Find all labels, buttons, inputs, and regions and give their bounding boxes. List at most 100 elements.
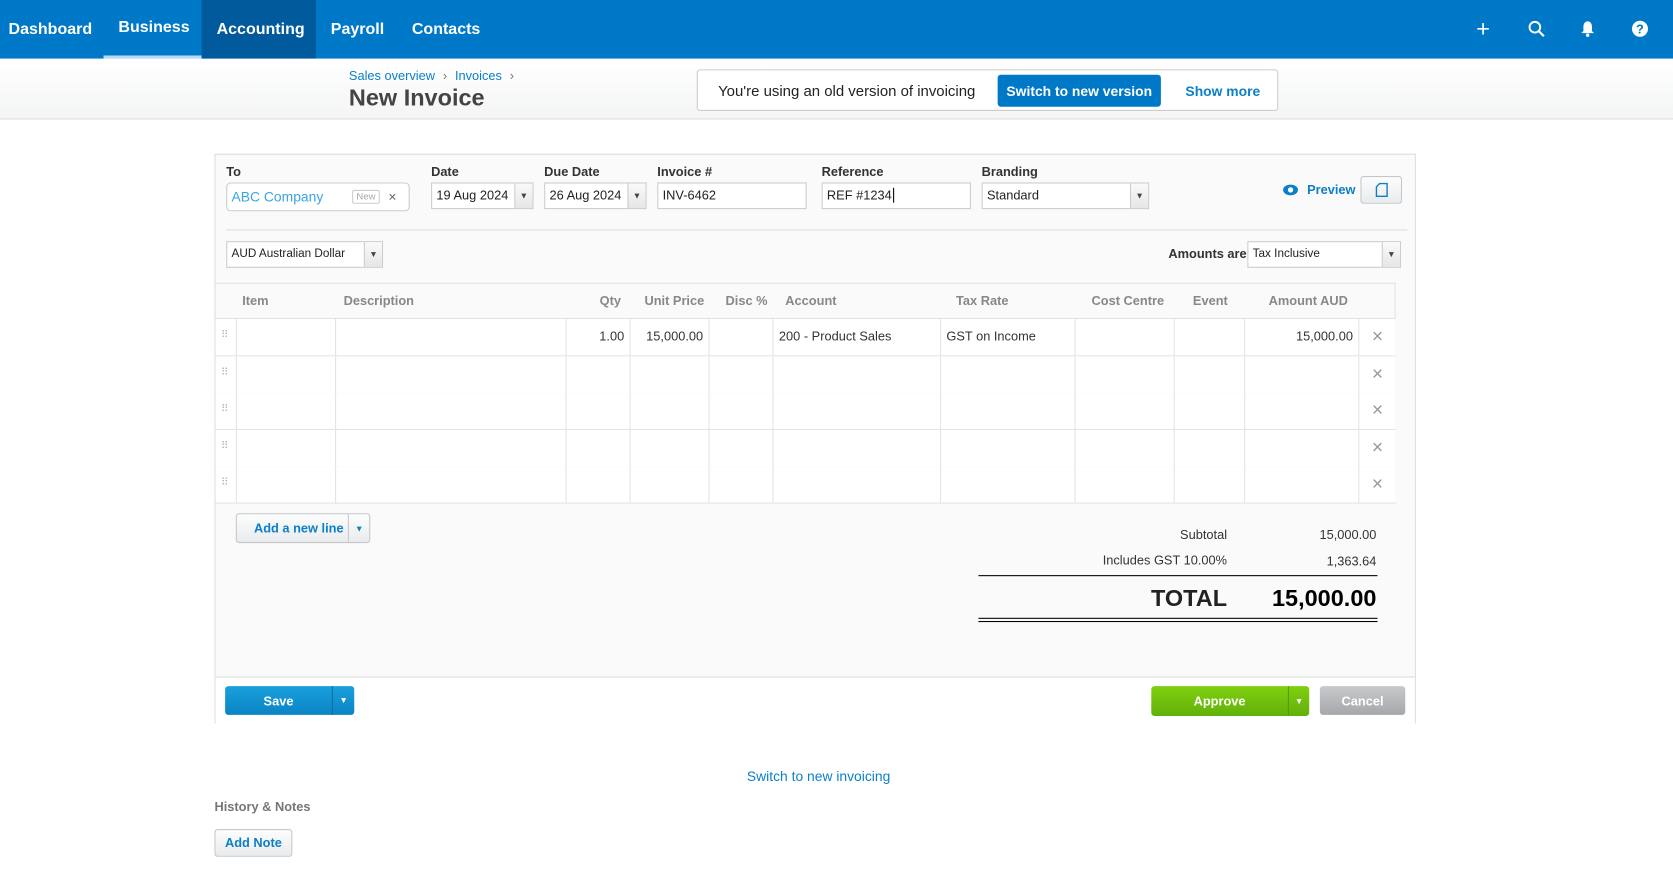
cell-disc[interactable] — [710, 319, 774, 356]
cell-qty[interactable] — [567, 355, 631, 393]
chevron-down-icon[interactable]: ▼ — [331, 686, 354, 715]
tab-contacts[interactable]: Contacts — [397, 0, 495, 59]
page-title: New Invoice — [348, 84, 485, 111]
chevron-down-icon[interactable]: ▼ — [1381, 242, 1400, 267]
chevron-down-icon[interactable]: ▼ — [363, 242, 382, 267]
plus-icon[interactable]: + — [1472, 15, 1493, 42]
clear-contact-icon[interactable]: × — [388, 184, 396, 211]
tab-dashboard[interactable]: Dashboard — [0, 0, 107, 59]
switch-to-new-invoicing-link[interactable]: Switch to new invoicing — [747, 768, 890, 784]
chevron-down-icon[interactable]: ▼ — [514, 183, 533, 209]
breadcrumb-sales-overview[interactable]: Sales overview — [349, 68, 435, 83]
copy-document-button[interactable] — [1360, 176, 1403, 204]
cell-amount[interactable] — [1245, 429, 1360, 467]
drag-handle-icon[interactable]: ⠿ — [216, 355, 237, 393]
drag-handle-icon[interactable]: ⠿ — [216, 319, 237, 356]
delete-row-icon[interactable]: × — [1359, 356, 1395, 392]
cell-event[interactable] — [1175, 355, 1246, 393]
cell-item[interactable] — [237, 429, 337, 467]
cell-cost-centre[interactable] — [1076, 355, 1175, 393]
cancel-button[interactable]: Cancel — [1319, 686, 1406, 715]
cell-item[interactable] — [237, 355, 337, 393]
drag-handle-icon[interactable]: ⠿ — [216, 466, 237, 503]
cell-disc[interactable] — [710, 392, 774, 430]
tab-payroll[interactable]: Payroll — [316, 0, 399, 59]
currency-select[interactable]: AUD Australian Dollar ▼ — [226, 241, 384, 268]
cell-amount[interactable] — [1245, 355, 1360, 393]
invoice-number-input[interactable]: INV-6462 — [657, 182, 807, 210]
cell-account[interactable] — [774, 392, 942, 430]
cell-cost-centre[interactable] — [1076, 392, 1175, 430]
chevron-down-icon[interactable]: ▼ — [1287, 686, 1309, 716]
cell-amount[interactable] — [1245, 392, 1360, 430]
cell-qty[interactable]: 1.00 — [567, 319, 631, 356]
cell-account[interactable] — [774, 466, 942, 503]
tab-accounting[interactable]: Accounting — [201, 0, 316, 59]
chevron-down-icon[interactable]: ▼ — [627, 183, 646, 209]
cell-cost-centre[interactable] — [1076, 429, 1175, 467]
help-icon[interactable]: ? — [1629, 18, 1650, 39]
amounts-are-select[interactable]: Tax Inclusive ▼ — [1247, 241, 1401, 268]
cell-cost-centre[interactable] — [1076, 466, 1175, 503]
cell-event[interactable] — [1175, 429, 1246, 467]
tab-business[interactable]: Business — [103, 0, 202, 59]
cell-event[interactable] — [1175, 392, 1246, 430]
col-account: Account — [785, 293, 837, 309]
breadcrumb-invoices[interactable]: Invoices — [455, 68, 502, 83]
cell-tax-rate[interactable] — [941, 392, 1076, 430]
search-icon[interactable] — [1526, 18, 1547, 39]
switch-to-new-version-button[interactable]: Switch to new version — [997, 74, 1161, 107]
cell-event[interactable] — [1175, 319, 1246, 356]
cell-qty[interactable] — [567, 392, 631, 430]
delete-row-icon[interactable]: × — [1359, 467, 1395, 503]
cell-account[interactable] — [774, 429, 942, 467]
cell-account[interactable]: 200 - Product Sales — [774, 319, 942, 356]
drag-handle-icon[interactable]: ⠿ — [216, 392, 237, 430]
delete-row-icon[interactable]: × — [1359, 319, 1395, 355]
drag-handle-icon[interactable]: ⠿ — [216, 429, 237, 467]
reference-input[interactable]: REF #1234 — [821, 182, 971, 210]
save-button[interactable]: Save ▼ — [225, 686, 355, 715]
show-more-link[interactable]: Show more — [1185, 83, 1260, 99]
cell-tax-rate[interactable]: GST on Income — [941, 319, 1076, 356]
cell-item[interactable] — [237, 466, 337, 503]
cell-amount[interactable] — [1245, 466, 1360, 503]
cell-account[interactable] — [774, 355, 942, 393]
cell-disc[interactable] — [710, 355, 774, 393]
cell-description[interactable] — [336, 392, 567, 430]
preview-link[interactable]: Preview — [1283, 182, 1355, 197]
to-field[interactable]: ABC Company New × — [226, 182, 410, 212]
date-picker[interactable]: 19 Aug 2024 ▼ — [431, 182, 534, 210]
cell-description[interactable] — [336, 466, 567, 503]
cell-item[interactable] — [237, 319, 337, 356]
cell-item[interactable] — [237, 392, 337, 430]
cell-amount[interactable]: 15,000.00 — [1245, 319, 1360, 356]
chevron-down-icon[interactable]: ▼ — [1129, 183, 1149, 209]
approve-button[interactable]: Approve ▼ — [1151, 686, 1310, 716]
chevron-down-icon[interactable]: ▼ — [348, 514, 369, 543]
cell-tax-rate[interactable] — [941, 355, 1076, 393]
cell-description[interactable] — [336, 355, 567, 393]
cell-qty[interactable] — [567, 429, 631, 467]
cell-unit-price[interactable] — [631, 392, 710, 430]
cell-event[interactable] — [1175, 466, 1246, 503]
bell-icon[interactable] — [1577, 18, 1598, 39]
cell-qty[interactable] — [567, 466, 631, 503]
cell-disc[interactable] — [710, 466, 774, 503]
cell-tax-rate[interactable] — [941, 466, 1076, 503]
cell-unit-price[interactable]: 15,000.00 — [631, 319, 710, 356]
add-new-line-button[interactable]: Add a new line ▼ — [235, 513, 371, 544]
cell-tax-rate[interactable] — [941, 429, 1076, 467]
delete-row-icon[interactable]: × — [1359, 393, 1395, 429]
cell-description[interactable] — [336, 429, 567, 467]
cell-description[interactable] — [336, 319, 567, 356]
delete-row-icon[interactable]: × — [1359, 430, 1395, 466]
cell-cost-centre[interactable] — [1076, 319, 1175, 356]
cell-unit-price[interactable] — [631, 466, 710, 503]
cell-disc[interactable] — [710, 429, 774, 467]
add-note-button[interactable]: Add Note — [214, 829, 293, 857]
cell-unit-price[interactable] — [631, 355, 710, 393]
cell-unit-price[interactable] — [631, 429, 710, 467]
due-date-picker[interactable]: 26 Aug 2024 ▼ — [544, 182, 647, 210]
branding-select[interactable]: Standard ▼ — [981, 182, 1150, 210]
